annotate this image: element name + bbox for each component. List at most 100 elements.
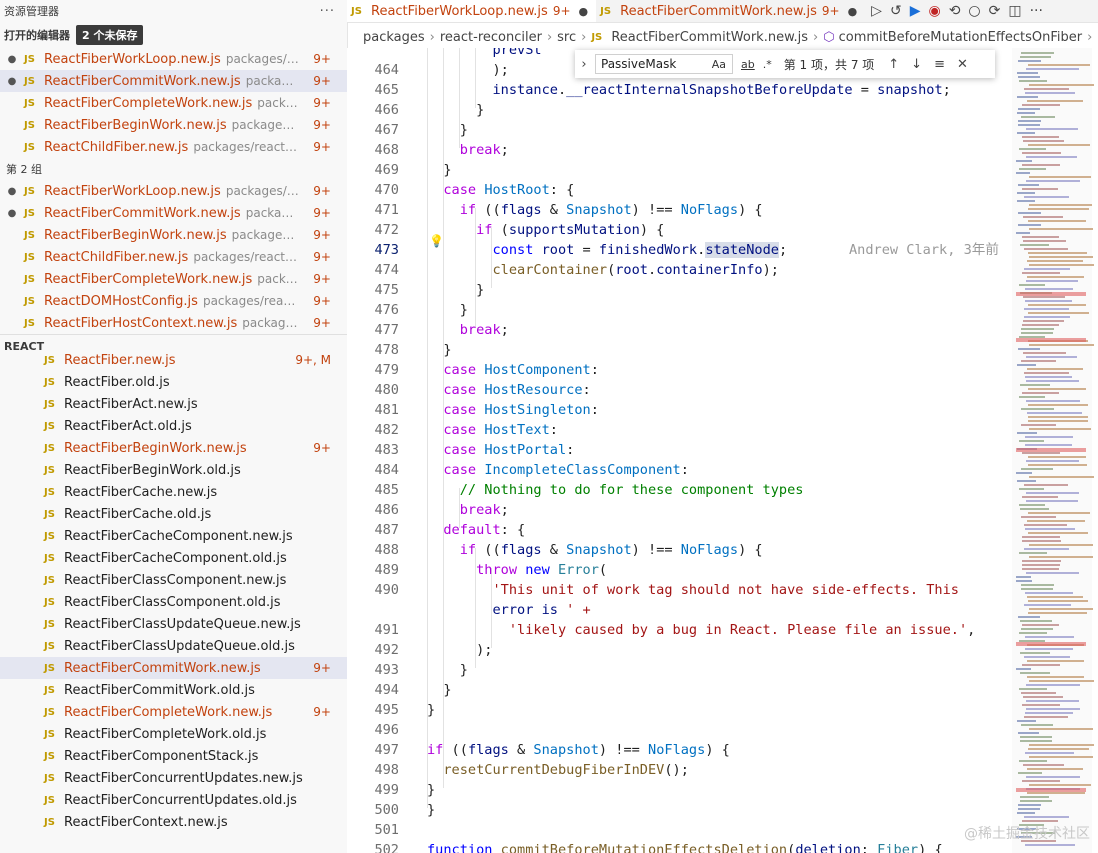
unsaved-dot-icon[interactable]: ● xyxy=(0,76,24,87)
code-line[interactable]: 495} xyxy=(347,700,1019,720)
code-line[interactable]: 498 resetCurrentDebugFiberInDEV(); xyxy=(347,760,1019,780)
code-line[interactable]: 480 case HostResource: xyxy=(347,380,1019,400)
code-line[interactable]: 490 'This unit of work tag should not ha… xyxy=(347,580,1019,600)
code-line[interactable]: 476 } xyxy=(347,300,1019,320)
code-line[interactable]: 497 if ((flags & Snapshot) !== NoFlags) { xyxy=(347,740,1019,760)
code-line[interactable]: 491 'likely caused by a bug in React. Pl… xyxy=(347,620,1019,640)
more-icon[interactable]: ··· xyxy=(1030,3,1043,19)
toggle-replace-chevron-icon[interactable]: › xyxy=(575,57,593,72)
file-tree-item[interactable]: JS ReactFiberCache.old.js xyxy=(0,503,347,525)
file-tree-item[interactable]: JS ReactFiber.new.js 9+, M xyxy=(0,349,347,371)
code-line[interactable]: 487 default: { xyxy=(347,520,1019,540)
file-tree-item[interactable]: JS ReactFiberCommitWork.old.js xyxy=(0,679,347,701)
open-editor-item[interactable]: JS ReactFiberBeginWork.new.js packages/rea… xyxy=(0,224,347,246)
ellipsis-icon[interactable]: ··· xyxy=(320,4,335,19)
file-tree-item[interactable]: JS ReactFiberConcurrentUpdates.new.js xyxy=(0,767,347,789)
code-line[interactable]: 468 break; xyxy=(347,140,1019,160)
unsaved-dot-icon[interactable]: ● xyxy=(0,186,24,197)
code-line[interactable]: 467 } xyxy=(347,120,1019,140)
file-tree-item[interactable]: JS ReactFiberClassComponent.new.js xyxy=(0,569,347,591)
file-tree-item[interactable]: JS ReactFiberClassUpdateQueue.new.js xyxy=(0,613,347,635)
whole-word-toggle[interactable]: ab xyxy=(741,58,755,71)
open-editor-item[interactable]: ●JS ReactFiberWorkLoop.new.js packages/rea… xyxy=(0,180,347,202)
open-editor-item[interactable]: JS ReactFiberHostContext.new.js packages/r… xyxy=(0,312,347,334)
open-editors-header[interactable]: 打开的编辑器 2 个未保存 xyxy=(0,22,347,48)
code-line[interactable]: 488 if ((flags & Snapshot) !== NoFlags) … xyxy=(347,540,1019,560)
step-over-icon[interactable]: ○ xyxy=(968,3,980,19)
unsaved-dot-icon[interactable]: ● xyxy=(0,208,24,219)
code-line[interactable]: error is ' + xyxy=(347,600,1019,620)
step-back-icon[interactable]: ⟲ xyxy=(949,3,961,19)
file-tree-item[interactable]: JS ReactFiber.old.js xyxy=(0,371,347,393)
code-line[interactable]: 478 } xyxy=(347,340,1019,360)
breadcrumb-file[interactable]: ReactFiberCommitWork.new.js xyxy=(611,30,808,45)
minimap[interactable] xyxy=(1012,48,1094,853)
file-tree-item[interactable]: JS ReactFiberCache.new.js xyxy=(0,481,347,503)
arrow-up-icon[interactable]: ↑ xyxy=(888,57,899,72)
code-line[interactable]: 466 } xyxy=(347,100,1019,120)
code-line[interactable]: 469 } xyxy=(347,160,1019,180)
code-line[interactable]: 471 if ((flags & Snapshot) !== NoFlags) … xyxy=(347,200,1019,220)
breadcrumb-function[interactable]: commitBeforeMutationEffectsOnFiber xyxy=(839,30,1082,45)
file-tree-item[interactable]: JS ReactFiberCompleteWork.old.js xyxy=(0,723,347,745)
code-line[interactable]: 479 case HostComponent: xyxy=(347,360,1019,380)
code-line[interactable]: 482 case HostText: xyxy=(347,420,1019,440)
file-tree-item[interactable]: JS ReactFiberAct.old.js xyxy=(0,415,347,437)
debug-run-icon[interactable]: ▶ xyxy=(910,3,921,19)
code-line[interactable]: 473 const root = finishedWork.stateNode;… xyxy=(347,240,1019,260)
group-2-header[interactable]: 第 2 组 xyxy=(0,158,347,180)
editor-tab[interactable]: JS ReactFiberCommitWork.new.js 9+ ● xyxy=(596,0,865,22)
history-icon[interactable]: ↺ xyxy=(890,3,902,19)
regex-toggle[interactable]: .* xyxy=(763,58,772,71)
run-icon[interactable]: ▷ xyxy=(871,3,882,19)
open-editor-item[interactable]: JS ReactChildFiber.new.js packages/react-r… xyxy=(0,246,347,268)
open-editor-item[interactable]: JS ReactFiberCompleteWork.new.js package..… xyxy=(0,92,347,114)
code-line[interactable]: 492 ); xyxy=(347,640,1019,660)
file-tree-item[interactable]: JS ReactFiberBeginWork.new.js 9+ xyxy=(0,437,347,459)
code-line[interactable]: 486 break; xyxy=(347,500,1019,520)
code-line[interactable]: 502 function commitBeforeMutationEffectsD… xyxy=(347,840,1019,853)
file-tree-item[interactable]: JS ReactFiberCompleteWork.new.js 9+ xyxy=(0,701,347,723)
code-line[interactable]: 494 } xyxy=(347,680,1019,700)
file-tree-item[interactable]: JS ReactFiberComponentStack.js xyxy=(0,745,347,767)
code-line[interactable]: 493 } xyxy=(347,660,1019,680)
file-tree-item[interactable]: JS ReactFiberClassComponent.old.js xyxy=(0,591,347,613)
file-tree-item[interactable]: JS ReactFiberClassUpdateQueue.old.js xyxy=(0,635,347,657)
breadcrumb-packages[interactable]: packages xyxy=(363,30,425,45)
split-editor-icon[interactable]: ◫ xyxy=(1008,3,1021,19)
breadcrumb-react-reconciler[interactable]: react-reconciler xyxy=(440,30,542,45)
arrow-down-icon[interactable]: ↓ xyxy=(911,57,922,72)
open-editor-item[interactable]: JS ReactFiberCompleteWork.new.js package..… xyxy=(0,268,347,290)
code-line[interactable]: 484 case IncompleteClassComponent: xyxy=(347,460,1019,480)
close-icon[interactable]: ✕ xyxy=(957,57,968,72)
code-line[interactable]: 500} xyxy=(347,800,1019,820)
code-line[interactable]: 483 case HostPortal: xyxy=(347,440,1019,460)
unsaved-dot-icon[interactable]: ● xyxy=(0,54,24,65)
file-tree-item[interactable]: JS ReactFiberConcurrentUpdates.old.js xyxy=(0,789,347,811)
file-tree-item[interactable]: JS ReactFiberCacheComponent.new.js xyxy=(0,525,347,547)
file-tree-item[interactable]: JS ReactFiberAct.new.js xyxy=(0,393,347,415)
file-tree-item[interactable]: JS ReactFiberContext.new.js xyxy=(0,811,347,833)
editor-tab[interactable]: JS ReactFiberWorkLoop.new.js 9+ ● xyxy=(347,0,597,22)
code-line[interactable]: 501 xyxy=(347,820,1019,840)
open-editor-item[interactable]: JS ReactFiberBeginWork.new.js packages/rea… xyxy=(0,114,347,136)
open-editor-item[interactable]: JS ReactDOMHostConfig.js packages/react-d.… xyxy=(0,290,347,312)
find-input[interactable]: PassiveMask Aa xyxy=(595,54,733,74)
code-line[interactable]: 499} xyxy=(347,780,1019,800)
file-tree-item[interactable]: JS ReactFiberBeginWork.old.js xyxy=(0,459,347,481)
unsaved-dot-icon[interactable]: ● xyxy=(848,5,858,18)
open-editor-item[interactable]: ●JS ReactFiberCommitWork.new.js packages/r… xyxy=(0,70,347,92)
step-forward-icon[interactable]: ⟳ xyxy=(989,3,1001,19)
code-editor[interactable]: 💡 prevSt 464 ); 465 instance.__reactIntern… xyxy=(347,48,1098,853)
code-line[interactable]: 477 break; xyxy=(347,320,1019,340)
code-line[interactable]: 475 } xyxy=(347,280,1019,300)
find-in-selection-icon[interactable]: ≡ xyxy=(934,57,945,72)
breadcrumb-src[interactable]: src xyxy=(557,30,576,45)
file-tree-item[interactable]: JS ReactFiberCommitWork.new.js 9+ xyxy=(0,657,347,679)
stop-icon[interactable]: ◉ xyxy=(928,3,940,19)
code-line[interactable]: 472 if (supportsMutation) { xyxy=(347,220,1019,240)
match-case-toggle[interactable]: Aa xyxy=(712,58,726,71)
code-line[interactable]: 496 xyxy=(347,720,1019,740)
code-line[interactable]: 485 // Nothing to do for these component… xyxy=(347,480,1019,500)
code-line[interactable]: 474 clearContainer(root.containerInfo); xyxy=(347,260,1019,280)
